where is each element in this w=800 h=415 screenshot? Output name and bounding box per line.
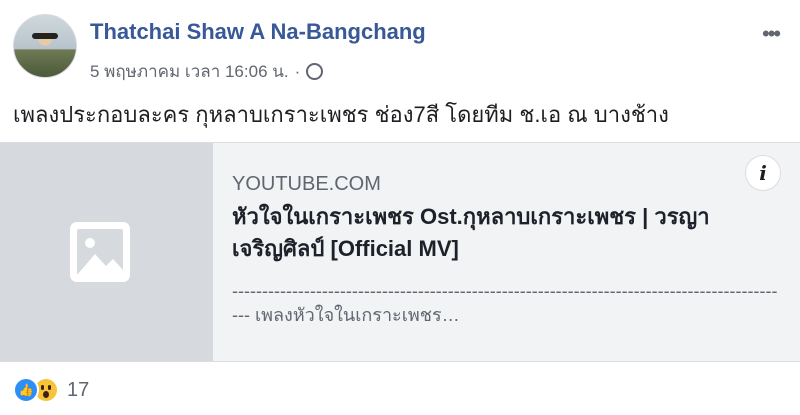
- link-title[interactable]: หัวใจในเกราะเพชร Ost.กุหลาบเกราะเพชร | ว…: [232, 201, 782, 265]
- author-name[interactable]: Thatchai Shaw A Na-Bangchang: [90, 19, 426, 45]
- post-meta: 5 พฤษภาคม เวลา 16:06 น. ·: [90, 58, 324, 85]
- link-description: ----------------------------------------…: [232, 281, 778, 325]
- post-avatar[interactable]: [13, 14, 77, 78]
- reaction-count[interactable]: 17: [67, 379, 89, 402]
- post-timestamp[interactable]: 5 พฤษภาคม เวลา 16:06 น.: [90, 58, 289, 85]
- link-domain: YOUTUBE.COM: [232, 173, 381, 195]
- image-placeholder-icon: [70, 222, 130, 282]
- info-icon[interactable]: i: [745, 155, 781, 191]
- meta-separator: ·: [294, 61, 301, 81]
- post-text: เพลงประกอบละคร กุหลาบเกราะเพชร ช่อง7สี โ…: [13, 102, 669, 127]
- more-options-icon[interactable]: •••: [762, 23, 781, 45]
- like-icon: 👍: [13, 377, 39, 403]
- globe-icon: [306, 63, 324, 80]
- reactions-bar[interactable]: 👍 17: [13, 377, 89, 403]
- link-preview-card[interactable]: i YOUTUBE.COM หัวใจในเกราะเพชร Ost.กุหลา…: [0, 142, 800, 362]
- link-thumbnail: [0, 143, 213, 361]
